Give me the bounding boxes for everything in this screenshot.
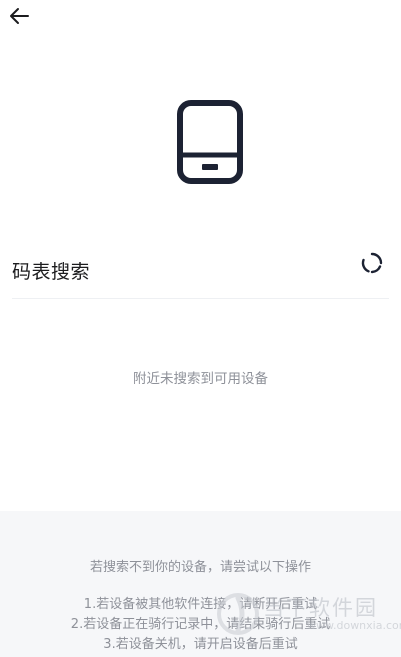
- watermark: 当下软件园 www.downxia.com: [213, 590, 401, 638]
- device-search-header: 码表搜索: [12, 248, 389, 299]
- device-search-screen: 码表搜索 附近未搜索到可用设备 若搜索不到你的设备，请尝试以下操作 1.若设备被…: [0, 0, 401, 657]
- downxia-logo-icon: [217, 593, 259, 635]
- device-illustration: [176, 99, 244, 185]
- refresh-button[interactable]: [360, 251, 384, 275]
- tip-item: 3.若设备关机，请开启设备后重试: [103, 637, 298, 652]
- watermark-url: www.downxia.com: [307, 619, 401, 632]
- tips-heading: 若搜索不到你的设备，请尝试以下操作: [89, 560, 311, 575]
- watermark-text: 当下软件园: [263, 596, 378, 620]
- loading-spinner-icon: [361, 252, 383, 274]
- empty-state-message: 附近未搜索到可用设备: [133, 371, 268, 387]
- section-title: 码表搜索: [12, 261, 91, 283]
- arrow-left-icon: [10, 8, 29, 24]
- back-button[interactable]: [8, 5, 32, 27]
- tablet-device-icon: [177, 100, 243, 184]
